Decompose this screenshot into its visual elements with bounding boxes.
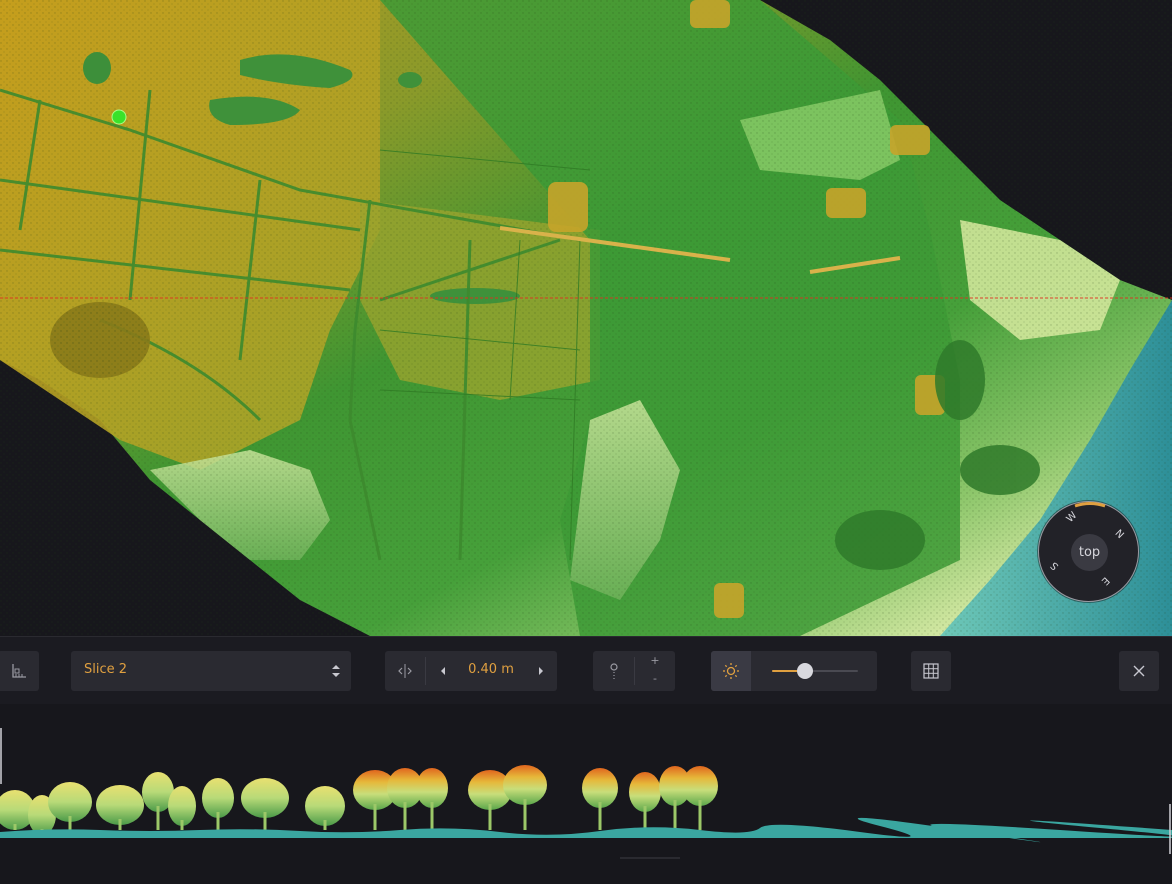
- tree-trunk: [643, 806, 647, 830]
- chevron-left-icon: [441, 667, 445, 675]
- slice-select-value: Slice 2: [84, 662, 128, 677]
- view-compass[interactable]: top W N S E: [1038, 501, 1139, 602]
- tree-trunk: [156, 806, 160, 830]
- close-icon: [1133, 665, 1145, 677]
- increase-width-button[interactable]: [529, 651, 553, 691]
- profile-point-cloud: [0, 728, 1172, 859]
- grid-toggle-button[interactable]: [911, 651, 951, 691]
- point-size-decrease[interactable]: -: [648, 672, 662, 685]
- tree-trunk: [323, 820, 327, 830]
- tree-trunk: [403, 802, 407, 830]
- grid-icon: [923, 663, 939, 679]
- close-slice-button[interactable]: [1119, 651, 1159, 691]
- updown-arrows-icon: [332, 665, 340, 677]
- tree-trunk: [523, 799, 527, 830]
- tree-trunk: [598, 802, 602, 830]
- tree-trunk: [673, 800, 677, 830]
- tree-trunk: [430, 802, 434, 830]
- tree-trunk: [180, 820, 184, 830]
- expand-width-icon: [398, 664, 412, 678]
- lighting-control: [711, 651, 877, 691]
- slice-profile-view[interactable]: [0, 704, 1172, 884]
- slice-viewer-app: top W N S E Slice 2 0.40 m + -: [0, 0, 1172, 884]
- slice-select[interactable]: Slice 2: [71, 651, 351, 691]
- tree-trunk: [698, 800, 702, 830]
- tree-trunk: [488, 804, 492, 830]
- point-size-button[interactable]: [593, 651, 634, 691]
- point-cloud-render: [0, 0, 1172, 636]
- view-top-button[interactable]: top: [1071, 534, 1108, 571]
- slice-width-control: 0.40 m: [385, 651, 557, 691]
- slice-width-toggle[interactable]: [385, 651, 425, 691]
- point-size-icon: [609, 663, 618, 679]
- divider: [425, 657, 426, 685]
- point-size-control: + -: [593, 651, 675, 691]
- measure-button[interactable]: [0, 651, 39, 691]
- sun-icon: [723, 663, 739, 679]
- tree-trunk: [216, 812, 220, 830]
- tree-trunk: [118, 819, 122, 830]
- tree-trunk: [263, 812, 267, 830]
- tree-trunk: [68, 816, 72, 830]
- lighting-toggle[interactable]: [711, 651, 751, 691]
- ruler-icon: [11, 664, 26, 678]
- slice-toolbar: Slice 2 0.40 m + -: [0, 636, 1172, 704]
- map-viewport[interactable]: top W N S E: [0, 0, 1172, 636]
- tree-trunk: [13, 824, 17, 830]
- point-size-increase[interactable]: +: [648, 654, 662, 667]
- tree-trunk: [373, 804, 377, 830]
- divider: [634, 657, 635, 685]
- chevron-right-icon: [539, 667, 543, 675]
- slice-width-value[interactable]: 0.40 m: [455, 662, 527, 677]
- lighting-slider-handle[interactable]: [796, 663, 813, 679]
- decrease-width-button[interactable]: [431, 651, 455, 691]
